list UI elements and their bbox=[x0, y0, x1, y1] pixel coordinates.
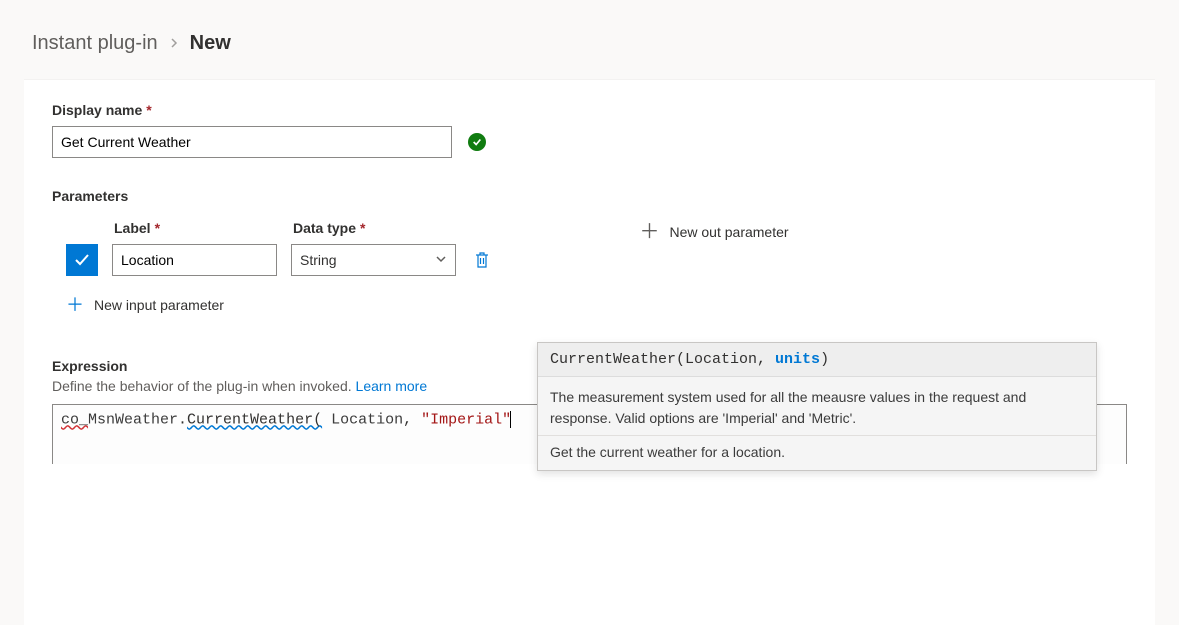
param-checkbox[interactable] bbox=[66, 244, 98, 276]
display-name-input[interactable] bbox=[52, 126, 452, 158]
param-row: String bbox=[66, 244, 540, 276]
parameters-section-title: Parameters bbox=[52, 188, 1127, 204]
param-datatype-value: String bbox=[300, 252, 337, 268]
intellisense-signature: CurrentWeather(Location, units) bbox=[538, 343, 1096, 377]
valid-check-icon bbox=[468, 133, 486, 151]
chevron-right-icon bbox=[168, 32, 180, 55]
intellisense-param-help: The measurement system used for all the … bbox=[538, 377, 1096, 435]
plus-icon: ＋ bbox=[640, 222, 660, 242]
intellisense-tooltip: CurrentWeather(Location, units) The meas… bbox=[537, 342, 1097, 471]
new-out-parameter-button[interactable]: ＋ New out parameter bbox=[640, 222, 1128, 242]
chevron-down-icon bbox=[435, 252, 447, 268]
param-datatype-header: Data type * bbox=[293, 220, 458, 236]
display-name-label: Display name * bbox=[52, 102, 1127, 118]
learn-more-link[interactable]: Learn more bbox=[356, 378, 428, 394]
param-label-header: Label * bbox=[114, 220, 279, 236]
param-label-input[interactable] bbox=[112, 244, 277, 276]
new-input-parameter-button[interactable]: ＋ New input parameter bbox=[66, 290, 540, 320]
intellisense-method-help: Get the current weather for a location. bbox=[538, 435, 1096, 470]
breadcrumb: Instant plug-in New bbox=[0, 0, 1179, 79]
breadcrumb-parent[interactable]: Instant plug-in bbox=[32, 32, 158, 55]
breadcrumb-current: New bbox=[190, 32, 231, 55]
param-datatype-select[interactable]: String bbox=[291, 244, 456, 276]
plus-icon: ＋ bbox=[66, 296, 84, 314]
delete-param-button[interactable] bbox=[470, 244, 494, 276]
required-asterisk: * bbox=[146, 102, 151, 118]
